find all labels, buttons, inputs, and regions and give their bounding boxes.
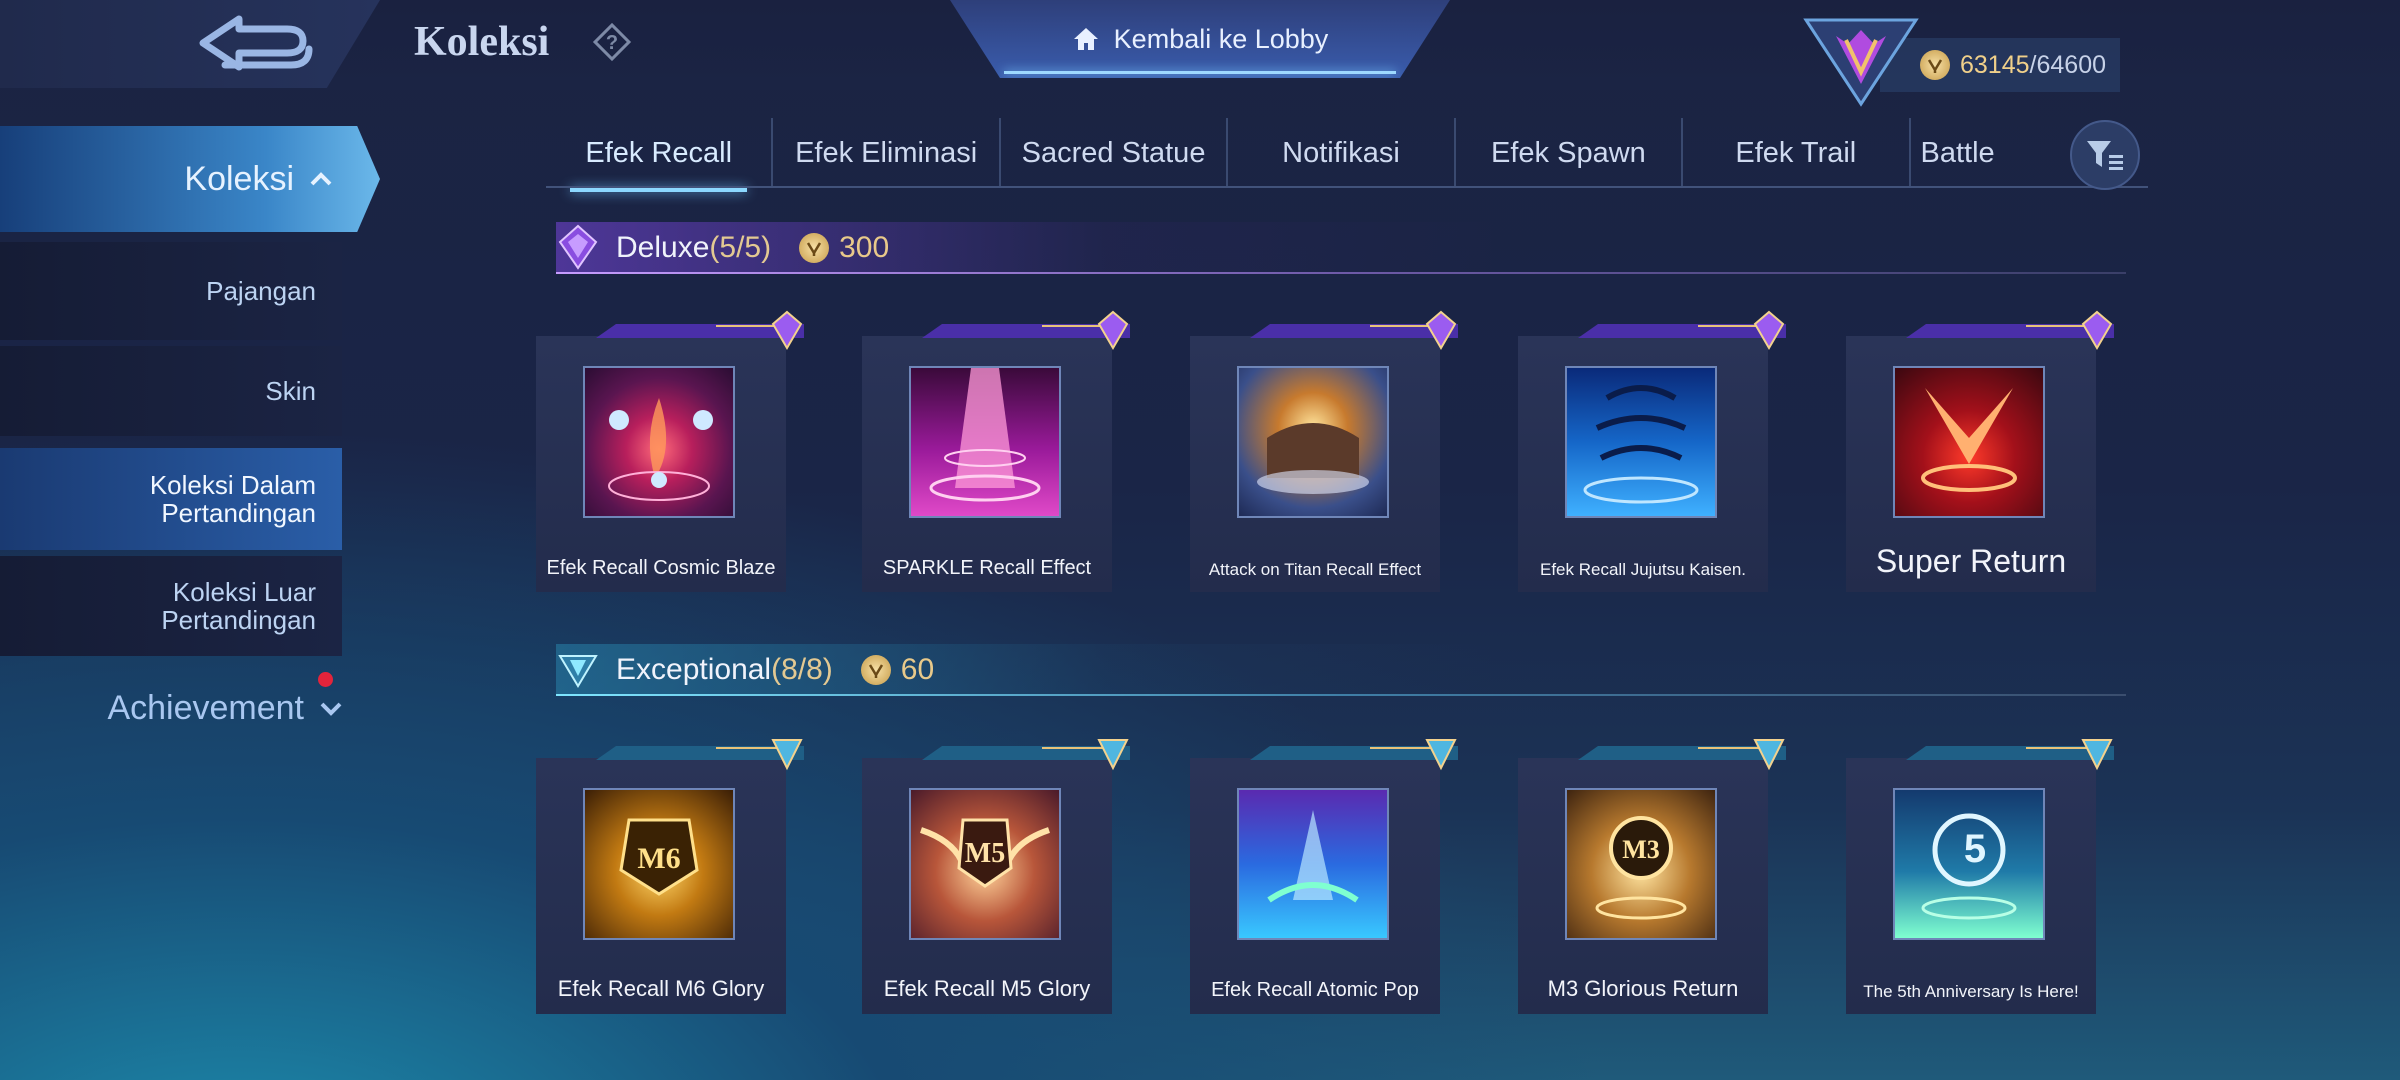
deluxe-gem-icon bbox=[771, 310, 803, 350]
item-title: Super Return bbox=[1875, 543, 2067, 579]
svg-text:?: ? bbox=[606, 32, 618, 54]
exceptional-gem-icon bbox=[771, 739, 803, 771]
tab-efek-trail[interactable]: Efek Trail bbox=[1683, 118, 1911, 188]
filter-button[interactable] bbox=[2070, 120, 2140, 190]
tab-efek-eliminasi[interactable]: Efek Eliminasi bbox=[773, 118, 1001, 188]
item-title: Efek Recall Jujutsu Kaisen. bbox=[1540, 560, 1746, 579]
section-count: (8/8) bbox=[771, 653, 833, 686]
sidebar-item-label: Koleksi bbox=[184, 160, 294, 198]
sidebar-item-pajangan[interactable]: Pajangan bbox=[0, 242, 342, 340]
section-name: Exceptional bbox=[616, 653, 772, 686]
section-price-value: 60 bbox=[900, 653, 935, 686]
filter-icon bbox=[2087, 141, 2123, 170]
item-thumbnail: M3 bbox=[1565, 788, 1717, 940]
item-card[interactable]: M6 Efek Recall M6 Glory bbox=[536, 739, 804, 1014]
points-current: 63145 bbox=[1960, 50, 2030, 79]
item-card[interactable]: SPARKLE Recall Effect bbox=[862, 310, 1130, 592]
item-card[interactable]: 5 The 5th Anniversary Is Here! bbox=[1846, 739, 2114, 1014]
section-header-deluxe: Deluxe (5/5) 300 bbox=[556, 222, 2126, 274]
chevron-down-icon bbox=[320, 702, 342, 716]
deluxe-gem-icon bbox=[1425, 310, 1457, 350]
section-header-exceptional: Exceptional (8/8) 60 bbox=[556, 644, 2126, 696]
deluxe-gem-icon bbox=[1753, 310, 1785, 350]
deluxe-gem-icon bbox=[558, 224, 598, 270]
item-title: SPARKLE Recall Effect bbox=[882, 557, 1092, 579]
sidebar-item-label: Koleksi Dalam Pertandingan bbox=[149, 470, 316, 528]
item-card[interactable]: Efek Recall Jujutsu Kaisen. bbox=[1518, 310, 1786, 592]
svg-text:5: 5 bbox=[1964, 827, 1986, 871]
section-price: 60 bbox=[860, 653, 935, 687]
category-tabs: Efek Recall Efek Eliminasi Sacred Statue… bbox=[546, 118, 2146, 192]
chevron-up-icon bbox=[310, 172, 332, 186]
item-thumbnail bbox=[1237, 366, 1389, 518]
item-title: M3 Glorious Return bbox=[1547, 976, 1739, 1001]
points-total: /64600 bbox=[2029, 50, 2106, 79]
page-title: Koleksi bbox=[414, 19, 550, 65]
item-title: Attack on Titan Recall Effect bbox=[1208, 560, 1422, 579]
svg-text:M5: M5 bbox=[965, 838, 1005, 869]
item-card[interactable]: Efek Recall Atomic Pop bbox=[1190, 739, 1458, 1014]
sidebar-item-label: Pajangan bbox=[206, 276, 316, 306]
collector-rank-emblem-icon[interactable] bbox=[1796, 8, 1926, 108]
exceptional-gem-icon bbox=[1425, 739, 1457, 771]
section-price-value: 300 bbox=[839, 231, 890, 264]
item-thumbnail: M6 bbox=[583, 788, 735, 940]
item-card[interactable]: Super Return bbox=[1846, 310, 2114, 592]
deluxe-gem-icon bbox=[1097, 310, 1129, 350]
exceptional-gem-icon bbox=[558, 655, 598, 688]
item-thumbnail bbox=[1237, 788, 1389, 940]
item-title: Efek Recall Cosmic Blaze bbox=[546, 557, 776, 579]
coin-icon bbox=[860, 655, 891, 685]
sidebar-item-koleksi-luar-pertandingan[interactable]: Koleksi Luar Pertandingan bbox=[0, 556, 342, 656]
svg-text:M6: M6 bbox=[637, 842, 680, 875]
section-name: Deluxe bbox=[616, 231, 710, 264]
sidebar-item-koleksi[interactable]: Koleksi bbox=[0, 126, 380, 232]
sidebar-item-label: Koleksi Luar Pertandingan bbox=[161, 577, 316, 635]
sidebar-item-skin[interactable]: Skin bbox=[0, 346, 342, 436]
section-divider bbox=[556, 694, 2126, 696]
tab-divider bbox=[546, 186, 2148, 188]
item-thumbnail bbox=[909, 366, 1061, 518]
exceptional-gem-icon bbox=[1753, 739, 1785, 771]
help-icon[interactable]: ? bbox=[592, 22, 632, 62]
svg-text:M3: M3 bbox=[1622, 835, 1660, 864]
item-thumbnail: M5 bbox=[909, 788, 1061, 940]
sidebar-item-koleksi-dalam-pertandingan[interactable]: Koleksi Dalam Pertandingan bbox=[0, 448, 342, 550]
item-card[interactable]: Efek Recall Cosmic Blaze bbox=[536, 310, 804, 592]
back-to-lobby-button[interactable]: Kembali ke Lobby bbox=[950, 0, 1450, 78]
item-thumbnail bbox=[1893, 366, 2045, 518]
exceptional-gem-icon bbox=[1097, 739, 1129, 771]
sidebar-item-achievement[interactable]: Achievement bbox=[0, 676, 370, 740]
item-card[interactable]: M3 M3 Glorious Return bbox=[1518, 739, 1786, 1014]
item-title: Efek Recall M5 Glory bbox=[883, 976, 1091, 1001]
item-thumbnail: 5 bbox=[1893, 788, 2045, 940]
section-divider bbox=[556, 272, 2126, 274]
item-title: The 5th Anniversary Is Here! bbox=[1863, 982, 2079, 1001]
back-arrow-icon bbox=[199, 15, 313, 71]
section-count: (5/5) bbox=[709, 231, 772, 264]
item-thumbnail bbox=[1565, 366, 1717, 518]
item-card[interactable]: M5 Efek Recall M5 Glory bbox=[862, 739, 1130, 1014]
exceptional-gem-icon bbox=[2081, 739, 2113, 771]
coin-icon bbox=[799, 233, 830, 263]
back-button[interactable] bbox=[180, 6, 330, 86]
section-price: 300 bbox=[799, 231, 889, 265]
tab-notifikasi[interactable]: Notifikasi bbox=[1228, 118, 1456, 188]
item-card[interactable]: Attack on Titan Recall Effect bbox=[1190, 310, 1458, 592]
tab-efek-spawn[interactable]: Efek Spawn bbox=[1456, 118, 1684, 188]
tab-sacred-statue[interactable]: Sacred Statue bbox=[1001, 118, 1229, 188]
lobby-label: Kembali ke Lobby bbox=[1113, 23, 1329, 54]
deluxe-gem-icon bbox=[2081, 310, 2113, 350]
item-thumbnail bbox=[583, 366, 735, 518]
notification-dot bbox=[318, 672, 333, 687]
item-title: Efek Recall Atomic Pop bbox=[1211, 979, 1419, 1001]
sidebar-item-label: Skin bbox=[265, 376, 316, 406]
sidebar-item-label: Achievement bbox=[107, 689, 304, 727]
home-icon bbox=[1073, 28, 1098, 50]
tab-efek-recall[interactable]: Efek Recall bbox=[546, 118, 774, 192]
item-title: Efek Recall M6 Glory bbox=[557, 976, 765, 1001]
